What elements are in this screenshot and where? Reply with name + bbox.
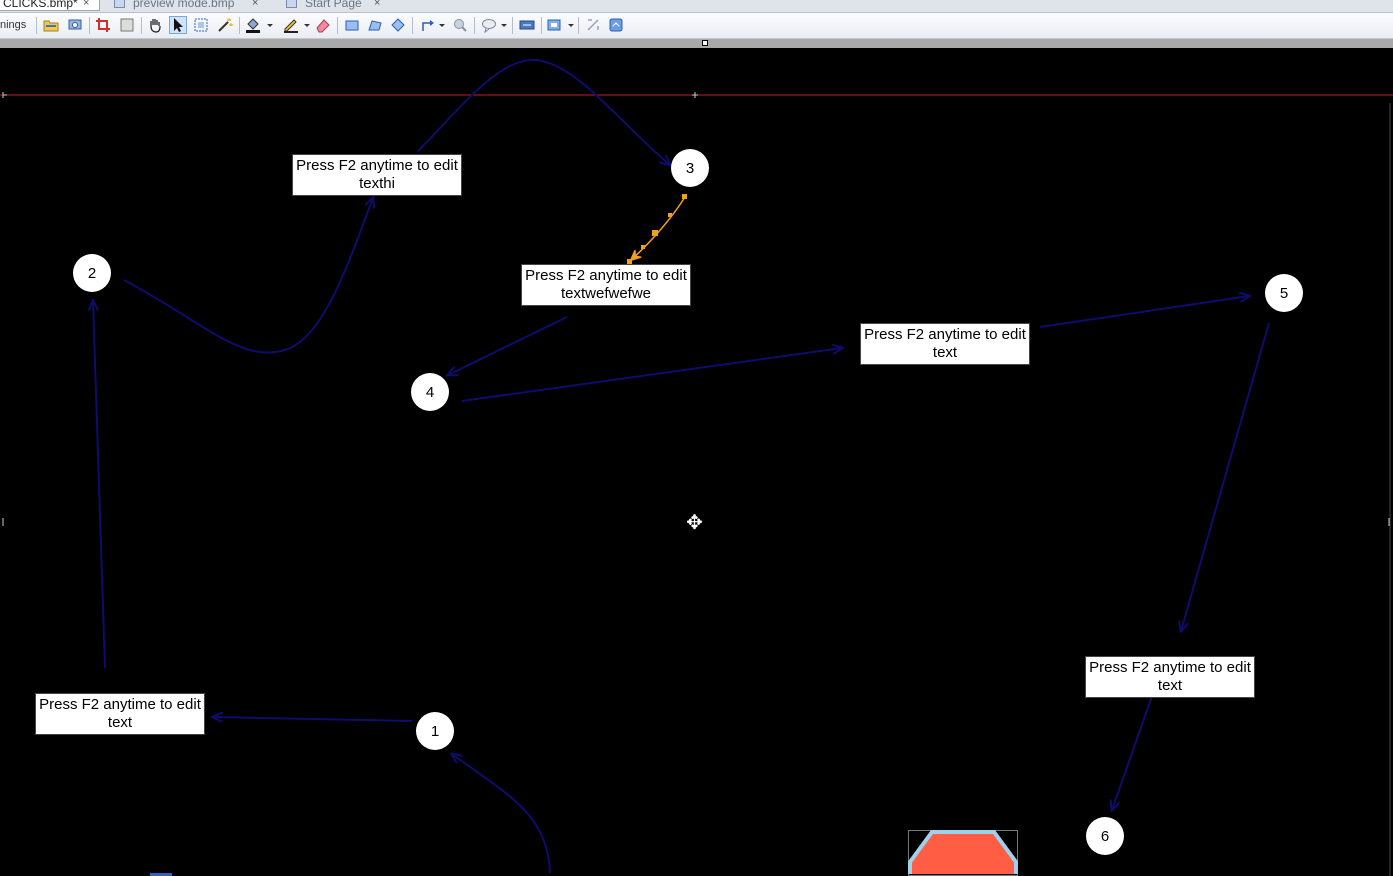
speech-bubble-dropdown-icon[interactable] [501, 24, 507, 27]
arrow-mid-handle[interactable] [652, 230, 658, 236]
callout-box[interactable]: Press F2 anytime to edit texthi [292, 154, 462, 196]
select-arrow-icon[interactable] [169, 16, 187, 34]
close-tab-icon[interactable]: × [252, 0, 258, 11]
arrow-control-handle[interactable] [668, 213, 672, 217]
open-folder-icon[interactable] [43, 17, 59, 33]
tab-label: CLICKS.bmp* [3, 0, 78, 10]
toolbar-separator [541, 17, 542, 34]
toolbar-separator [474, 17, 475, 34]
canvas-ruler-band [0, 39, 1393, 48]
magnifier-icon[interactable] [452, 17, 468, 33]
toolbar-separator [412, 17, 413, 34]
toolbar-separator [36, 17, 37, 34]
close-tab-icon[interactable]: × [374, 0, 380, 11]
arrow-dropdown-icon[interactable] [439, 24, 445, 27]
capture-icon[interactable] [67, 17, 83, 33]
move-cursor-icon: ✥ [686, 512, 703, 534]
start-page-icon [286, 0, 297, 8]
arrow-to-step-2[interactable] [93, 301, 106, 669]
callout-box[interactable]: Press F2 anytime to edit textwefwefwe [521, 264, 691, 306]
tab-clicks-bmp[interactable]: CLICKS.bmp* × [0, 0, 100, 11]
selection-corner-left [2, 92, 7, 98]
toolbar-separator [239, 17, 240, 34]
stamp-icon[interactable] [585, 17, 601, 33]
step-dropdown-icon[interactable] [568, 24, 574, 27]
arrow-4-to-callout[interactable] [461, 348, 842, 402]
callout-text: Press F2 anytime to edit text [864, 326, 1026, 361]
callout-text: Press F2 anytime to edit text [39, 696, 201, 731]
tab-start-page[interactable]: Start Page × [280, 0, 390, 11]
arrow-to-step-3[interactable] [417, 58, 670, 165]
rectangle-icon[interactable] [344, 17, 360, 33]
step-number-1[interactable]: 1 [416, 712, 454, 750]
close-tab-icon[interactable]: × [83, 0, 89, 11]
callout-box[interactable]: Press F2 anytime to edit text [1085, 656, 1255, 698]
arrow-control-handle[interactable] [641, 245, 645, 249]
toolbar-separator [89, 17, 90, 34]
step-number-2[interactable]: 2 [73, 254, 111, 292]
toolbar-separator [141, 17, 142, 34]
magic-wand-icon[interactable] [217, 17, 233, 33]
text-box-icon[interactable] [519, 17, 535, 33]
selected-arrow[interactable] [631, 196, 686, 260]
tab-label: preview mode.bmp [133, 0, 235, 10]
editor-toolbar: nings [0, 13, 1393, 39]
speech-bubble-icon[interactable] [481, 17, 497, 33]
arrow-2-to-callout[interactable] [123, 198, 373, 354]
step-number-3[interactable]: 3 [671, 149, 709, 187]
callout-text: Press F2 anytime to edit texthi [296, 157, 458, 192]
toolbar-separator [512, 17, 513, 34]
callout-box[interactable]: Press F2 anytime to edit text [860, 323, 1030, 365]
pan-hand-icon[interactable] [147, 17, 163, 33]
arrow-to-step-5[interactable] [1039, 296, 1249, 328]
toolbar-separator [578, 17, 579, 34]
eraser-icon[interactable] [315, 17, 331, 33]
arrow-to-step-6[interactable] [1112, 695, 1153, 810]
fill-dropdown-icon[interactable] [267, 24, 273, 27]
arrow-end-handle[interactable] [682, 194, 687, 199]
pen-icon[interactable] [283, 17, 299, 33]
document-tab-strip: CLICKS.bmp* × preview mode.bmp × Start P… [0, 0, 1393, 13]
marquee-select-icon[interactable] [193, 17, 209, 33]
selection-corner-mid [692, 92, 698, 98]
toolbar-label: nings [0, 19, 27, 31]
border-effect-icon[interactable] [608, 17, 624, 33]
arrow-5-to-callout[interactable] [1181, 322, 1270, 631]
ellipse-icon[interactable] [390, 17, 406, 33]
polygon-icon[interactable] [367, 17, 383, 33]
toolbar-separator [337, 17, 338, 34]
fill-icon[interactable] [245, 17, 261, 33]
resize-icon[interactable] [119, 17, 135, 33]
arrow-to-step-4[interactable] [448, 316, 568, 375]
step-number-4[interactable]: 4 [411, 373, 449, 411]
callout-text: Press F2 anytime to edit textwefwefwe [525, 267, 687, 302]
callout-text: Press F2 anytime to edit text [1089, 659, 1251, 694]
arrow-1-to-callout[interactable] [213, 717, 413, 721]
crop-icon[interactable] [95, 17, 111, 33]
stop-shape[interactable] [908, 830, 1018, 876]
canvas-resize-handle-top[interactable] [702, 40, 708, 46]
tab-preview-mode[interactable]: preview mode.bmp × [108, 0, 268, 11]
step-number-5[interactable]: 5 [1265, 274, 1303, 312]
pen-dropdown-icon[interactable] [304, 24, 310, 27]
arrow-tool-icon[interactable] [420, 17, 436, 33]
step-number-icon[interactable] [547, 17, 563, 33]
image-file-icon [114, 0, 125, 8]
tab-label: Start Page [305, 0, 362, 10]
callout-box[interactable]: Press F2 anytime to edit text [35, 693, 205, 735]
arrow-to-step-1[interactable] [452, 754, 551, 874]
step-number-6[interactable]: 6 [1086, 817, 1124, 855]
